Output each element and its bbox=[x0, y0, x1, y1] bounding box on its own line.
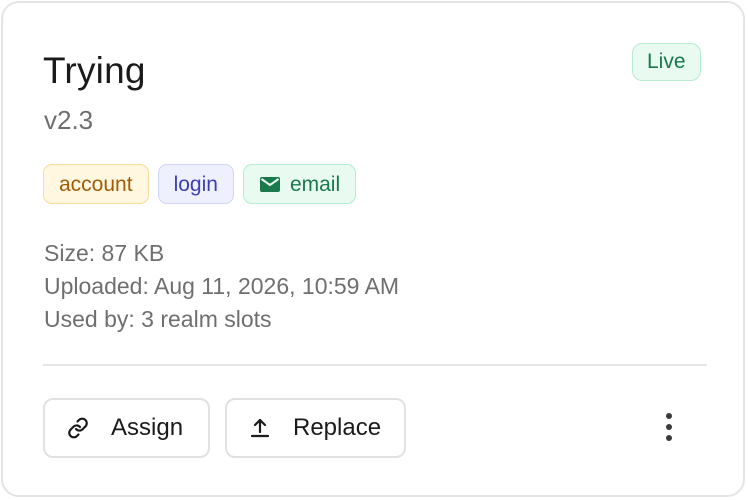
divider bbox=[43, 364, 707, 366]
assign-label: Assign bbox=[111, 414, 184, 441]
used-by-text: Used by: 3 realm slots bbox=[44, 306, 272, 332]
tag-label: email bbox=[289, 172, 341, 196]
more-options-button[interactable] bbox=[653, 409, 685, 449]
version-label: v2.3 bbox=[44, 105, 94, 135]
tag-email: email bbox=[242, 164, 357, 204]
card-title: Trying bbox=[43, 50, 146, 91]
replace-label: Replace bbox=[293, 414, 382, 441]
tag-label: login bbox=[173, 172, 218, 196]
more-vertical-icon bbox=[664, 412, 674, 447]
tag-account: account bbox=[43, 164, 149, 204]
size-text: Size: 87 KB bbox=[44, 240, 165, 266]
envelope-icon bbox=[259, 176, 280, 192]
status-badge: Live bbox=[632, 43, 701, 81]
theme-card: Trying v2.3 Live account login email Siz… bbox=[1, 1, 745, 497]
assign-button[interactable]: Assign bbox=[43, 398, 210, 458]
metadata: Size: 87 KB Uploaded: Aug 11, 2026, 10:5… bbox=[44, 237, 399, 336]
tag-login: login bbox=[157, 164, 234, 204]
link-icon bbox=[65, 415, 91, 441]
tag-label: account bbox=[59, 172, 133, 196]
replace-button[interactable]: Replace bbox=[225, 398, 406, 458]
tag-list: account login email bbox=[43, 164, 357, 204]
uploaded-text: Uploaded: Aug 11, 2026, 10:59 AM bbox=[44, 273, 400, 299]
upload-icon bbox=[247, 415, 273, 441]
